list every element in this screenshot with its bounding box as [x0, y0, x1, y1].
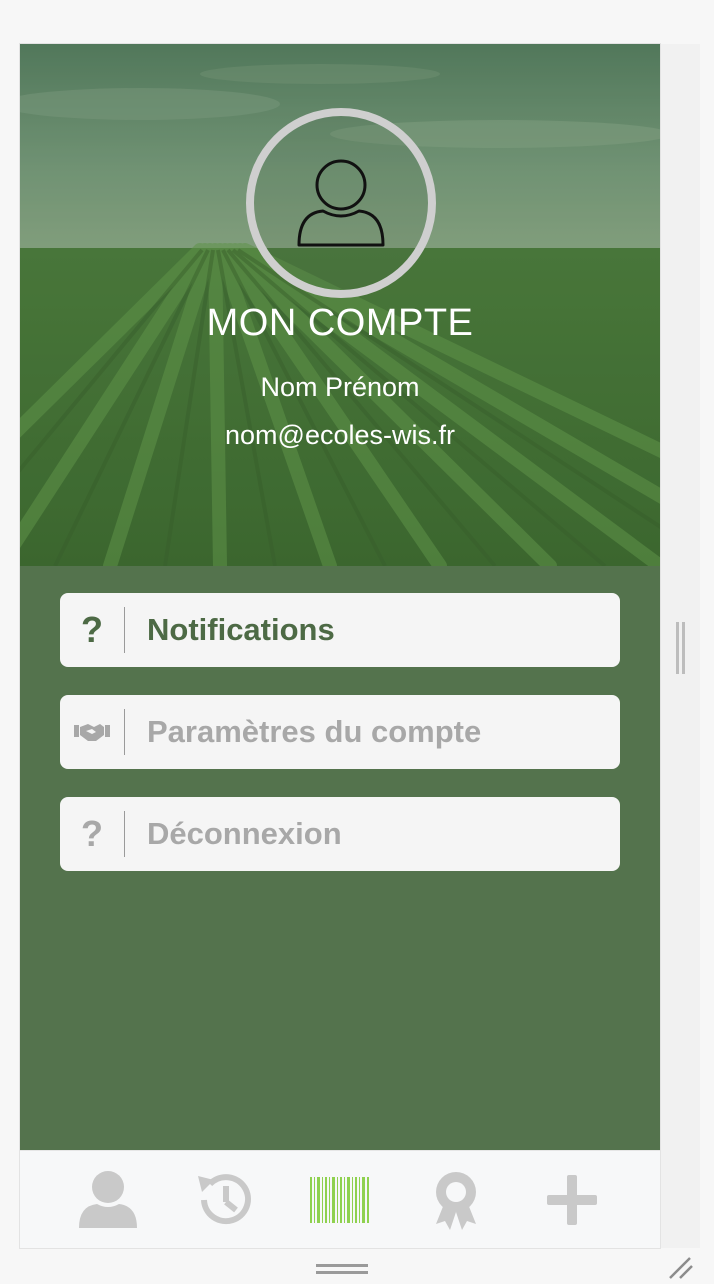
bottom-drag-handle[interactable] [316, 1262, 368, 1276]
plus-icon [547, 1174, 597, 1225]
tab-history[interactable] [189, 1165, 259, 1235]
history-icon [198, 1173, 251, 1224]
handshake-icon [60, 709, 125, 755]
tab-account[interactable] [73, 1165, 143, 1235]
award-icon [436, 1171, 476, 1230]
avatar[interactable] [246, 108, 436, 298]
tab-add[interactable] [537, 1165, 607, 1235]
resize-grip-icon[interactable] [666, 1256, 694, 1280]
barcode-icon [310, 1176, 369, 1223]
tab-scan[interactable] [305, 1165, 375, 1235]
menu-item-label: Déconnexion [147, 816, 342, 851]
menu-item-label: Paramètres du compte [147, 714, 482, 749]
side-scroll-handle[interactable] [676, 622, 686, 674]
question-mark-icon: ? [60, 607, 125, 653]
menu-item-account-settings[interactable]: Paramètres du compte [60, 695, 620, 769]
bottom-tab-bar [20, 1150, 660, 1248]
page-title: MON COMPTE [206, 302, 474, 344]
question-mark-icon: ? [60, 811, 125, 857]
menu-item-logout[interactable]: ? Déconnexion [60, 797, 620, 871]
menu-item-notifications[interactable]: ? Notifications [60, 593, 620, 667]
user-name: Nom Prénom [260, 372, 420, 402]
user-outline-icon [297, 159, 385, 247]
user-icon [79, 1170, 137, 1228]
tab-rewards[interactable] [421, 1165, 491, 1235]
user-email: nom@ecoles-wis.fr [225, 420, 455, 450]
menu-item-label: Notifications [147, 612, 335, 647]
profile-header: MON COMPTE Nom Prénom nom@ecoles-wis.fr [20, 44, 660, 566]
app-screen: MON COMPTE Nom Prénom nom@ecoles-wis.fr … [20, 44, 660, 1248]
